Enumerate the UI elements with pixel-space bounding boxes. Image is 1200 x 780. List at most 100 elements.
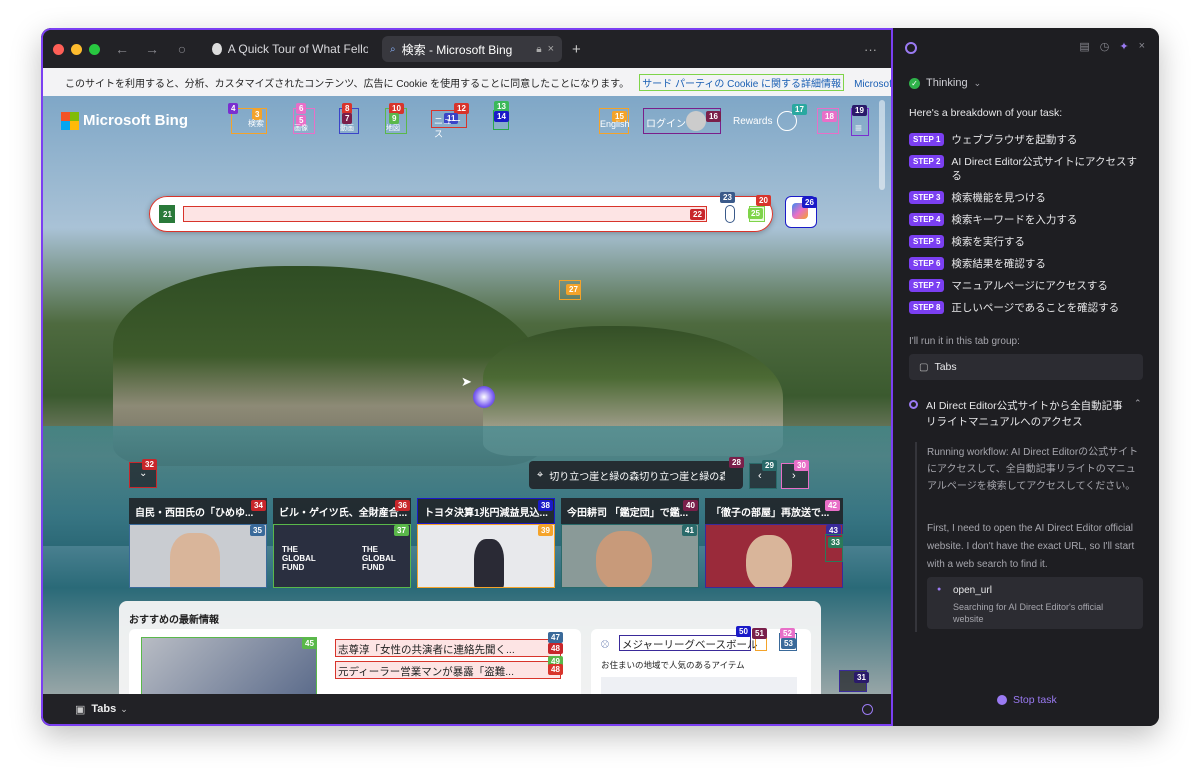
microphone-icon[interactable]: 23: [720, 192, 735, 223]
tab-bing-search[interactable]: ⌕ 検索 - Microsoft Bing 🔒︎ ×: [382, 36, 562, 62]
tab-fellou-tour[interactable]: A Quick Tour of What Fellou Can: [204, 36, 376, 62]
news-title-1[interactable]: 自民・西田氏の「ひめゆ... 34: [129, 498, 267, 524]
rewards-link[interactable]: Rewards: [733, 116, 772, 127]
search-bar: 20 21 22 23 25: [149, 192, 773, 232]
recommended-feed: おすすめの最新情報 45 志尊淳「女性の共演者に連絡先聞く... 47 48 元ディ…: [119, 601, 821, 696]
news-title-3[interactable]: トヨタ決算1兆円減益見込... 38: [417, 498, 555, 524]
feed-headline-2[interactable]: 元ディーラー営業マンが暴露「盗難... 49 48: [335, 656, 563, 679]
location-pin-icon: ⌖: [537, 468, 544, 481]
browser-pane: ← → ○ A Quick Tour of What Fellou Can ⌕ …: [41, 28, 893, 726]
rewards-trophy-icon[interactable]: 17: [777, 104, 807, 131]
news-image-2[interactable]: THE GLOBAL FUND THE GLOBAL FUND 37: [273, 524, 411, 588]
news-title-4[interactable]: 今田耕司 「鑑定団」で鑑... 40: [561, 498, 699, 524]
chevron-down-icon[interactable]: ⌄: [120, 704, 128, 715]
mouse-pointer-icon: ➤: [461, 374, 472, 389]
previous-image-button[interactable]: 29 ‹: [749, 460, 777, 489]
page-scrollbar[interactable]: [879, 100, 885, 190]
nav-images[interactable]: 6 5 画像: [293, 103, 315, 134]
lock-icon: 🔒︎: [536, 43, 542, 55]
workflow-spinner-icon: [909, 400, 918, 409]
tool-description: Searching for AI Direct Editor's officia…: [953, 602, 1104, 624]
tab-group-name: Tabs: [934, 361, 957, 373]
copilot-button[interactable]: 26: [785, 196, 817, 228]
news-image-3[interactable]: 39: [417, 524, 555, 588]
cookie-info-link[interactable]: サード パーティの Cookie に関する詳細情報: [639, 73, 845, 91]
new-tab-button[interactable]: +: [572, 41, 581, 58]
bing-logo-icon: [61, 112, 79, 130]
step-1: STEP 1 ウェブブラウザを起動する: [909, 133, 1145, 147]
news-title-2[interactable]: ビル・ゲイツ氏、全財産合... 36: [273, 498, 411, 524]
chevron-down-icon: ⌄: [973, 77, 982, 88]
tool-name: open_url: [953, 585, 992, 596]
search-input[interactable]: 22: [183, 206, 707, 222]
sidebar-toolbar: ▤ ◷ ✦ ×: [1079, 40, 1145, 53]
bing-logo-text[interactable]: Microsoft Bing: [83, 112, 188, 129]
mlb-link[interactable]: メジャーリーグベースボール 50: [619, 626, 757, 651]
workflow-divider: [915, 442, 917, 632]
nav-videos[interactable]: 8 7 動画: [339, 103, 359, 134]
stop-task-button[interactable]: Stop task: [997, 694, 1057, 706]
news-next-arrow-icon[interactable]: 33: [825, 534, 843, 562]
tab-group-note: I'll run it in this tab group:: [909, 336, 1020, 347]
mlb-subtitle: お住まいの地域で人気のあるアイテム: [601, 660, 745, 670]
mobile-app-button[interactable]: 18: [817, 108, 839, 134]
tab-group-selector[interactable]: Tabs: [91, 703, 116, 715]
workflow-running-text: Running workflow: AI Direct Editorの公式サイト…: [927, 447, 1139, 492]
mail-icon[interactable]: 51: [752, 628, 767, 651]
search-icon[interactable]: 21: [159, 205, 175, 223]
assistant-sidebar: ▤ ◷ ✦ × ✓ Thinking ⌄ Here's a breakdown …: [893, 28, 1159, 726]
back-arrow-icon[interactable]: ←: [114, 41, 130, 57]
step-2: STEP 2 AI Direct Editor公式サイトにアクセスする: [909, 155, 1145, 183]
feedback-button[interactable]: 31: [839, 670, 869, 692]
news-image-5[interactable]: 43: [705, 524, 843, 588]
news-photo: [170, 533, 220, 587]
app-window: ← → ○ A Quick Tour of What Fellou Can ⌕ …: [41, 28, 1159, 726]
maximize-window-button[interactable]: [89, 43, 100, 55]
nav-news[interactable]: 12 11 ニュース: [431, 103, 469, 139]
news-image-1[interactable]: 35: [129, 524, 267, 588]
next-image-button[interactable]: 30 ›: [781, 460, 809, 489]
image-hotspot[interactable]: 27: [559, 280, 581, 300]
language-toggle[interactable]: 15 English: [599, 108, 630, 134]
close-window-button[interactable]: [53, 43, 64, 55]
login-button[interactable]: ログイン 16: [643, 108, 721, 134]
news-title-5[interactable]: 「徹子の部屋」再放送で... 42: [705, 498, 843, 524]
tab-group-chip[interactable]: ▢ Tabs: [909, 354, 1143, 380]
nav-maps[interactable]: 10 9 地図: [385, 103, 407, 134]
step-6: STEP 6 検索結果を確認する: [909, 257, 1145, 271]
step-8: STEP 8 正しいページであることを確認する: [909, 301, 1145, 315]
user-avatar-icon: [686, 111, 706, 131]
minimize-window-button[interactable]: [71, 43, 82, 55]
reload-icon[interactable]: ○: [174, 41, 190, 57]
fellou-favicon-icon: [212, 43, 222, 55]
hamburger-menu-icon[interactable]: 19 ≡: [851, 105, 869, 136]
microsoft-privacy-link[interactable]: Microsoft の: [854, 75, 891, 90]
nav-search[interactable]: 4 3 検索: [228, 103, 267, 134]
tool-dot-icon: ●: [937, 586, 942, 593]
nav-more-dots[interactable]: 13 14: [493, 101, 509, 130]
stop-task-label: Stop task: [1013, 694, 1057, 706]
image-caption[interactable]: ⌖ 切り立つ崖と緑の森切り立つ崖と緑の森 28: [529, 457, 744, 489]
more-menu-button[interactable]: ···: [864, 42, 877, 57]
visual-search-icon[interactable]: 25: [748, 206, 765, 222]
close-sidebar-icon[interactable]: ×: [1139, 40, 1145, 53]
workflow-title: AI Direct Editor公式サイトから全自動記事リライトマニュアルへのア…: [926, 400, 1123, 428]
feed-image[interactable]: 45: [141, 637, 317, 696]
notes-icon[interactable]: ▤: [1079, 40, 1089, 53]
mlb-card: ⚾︎ メジャーリーグベースボール 50 51 52 53 お住まいの地域で人気のある…: [591, 626, 811, 696]
workflow-header[interactable]: AI Direct Editor公式サイトから全自動記事リライトマニュアルへのア…: [909, 398, 1145, 430]
thinking-header[interactable]: ✓ Thinking ⌄: [909, 77, 981, 89]
forward-arrow-icon[interactable]: →: [144, 41, 160, 57]
history-icon[interactable]: ◷: [1100, 40, 1110, 53]
feed-headline-1[interactable]: 志尊淳「女性の共演者に連絡先聞く... 47 48: [335, 632, 563, 657]
news-image-4[interactable]: 41: [561, 524, 699, 588]
news-photo: [746, 535, 792, 587]
step-7: STEP 7 マニュアルページにアクセスする: [909, 279, 1145, 293]
mlb-share-button[interactable]: 52 53: [779, 628, 797, 651]
pin-icon[interactable]: ✦: [1119, 40, 1128, 53]
close-tab-icon[interactable]: ×: [548, 43, 554, 55]
collapse-news-button[interactable]: 32 ⌄: [129, 459, 157, 488]
fellou-status-icon[interactable]: [862, 703, 873, 715]
title-bar: ← → ○ A Quick Tour of What Fellou Can ⌕ …: [43, 30, 891, 68]
window-controls: [53, 43, 100, 55]
